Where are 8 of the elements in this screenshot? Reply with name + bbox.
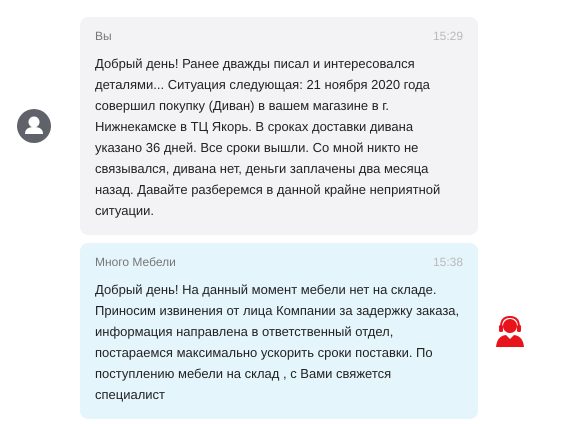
message-time: 15:29 <box>432 29 463 43</box>
message-author: Вы <box>95 29 112 43</box>
message-text: Добрый день! Ранее дважды писал и интересовался деталями... Ситуация следующая: 21 ноября 2020 года совершил покупку (Диван) в вашем магазине в г. Нижнекамске в ТЦ Якорь. В сроках доставки дивана указано 36 дней. Все сроки вышли. Со мной никто не связывался, дивана нет, деньги заплачены два месяца назад. Давайте разберемся в данной крайне неприятной ситуации. <box>95 55 442 220</box>
message-time: 15:38 <box>432 255 463 269</box>
headset-operator-icon <box>495 315 525 347</box>
user-avatar-icon <box>17 109 51 143</box>
message-text: Добрый день! На данный момент мебели нет на складе. Приносим извинения от лица Компании за задержку заказа, информация направлена в ответственный отдел, постараемся максимально ускорить сроки поставки. По поступлению мебели на склад , с Вами свяжется специалист <box>95 281 460 404</box>
message-author: Много Мебели <box>95 255 176 269</box>
